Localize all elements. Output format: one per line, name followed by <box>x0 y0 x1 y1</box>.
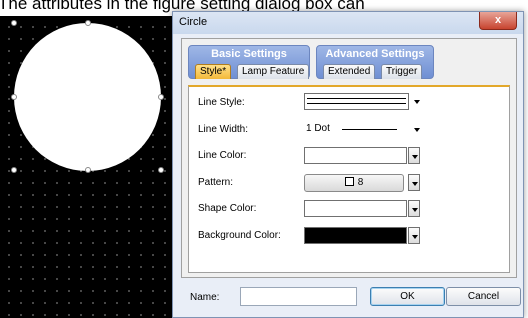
tab-extended[interactable]: Extended <box>323 64 376 79</box>
ok-button[interactable]: OK <box>370 287 445 306</box>
pattern-button[interactable]: 8 <box>304 174 404 192</box>
chevron-down-icon[interactable] <box>408 174 420 191</box>
name-input[interactable] <box>240 287 357 306</box>
background-color-swatch[interactable] <box>304 227 407 244</box>
circle-shape[interactable] <box>14 23 161 171</box>
basic-settings-group[interactable]: Basic Settings Style* Lamp Feature <box>188 45 310 79</box>
square-icon <box>344 177 354 186</box>
shape-color-swatch[interactable] <box>304 200 407 217</box>
basic-settings-label: Basic Settings <box>211 48 287 60</box>
line-color-swatch[interactable] <box>304 147 407 164</box>
tab-lamp-feature[interactable]: Lamp Feature <box>237 64 310 79</box>
resize-handle-top[interactable] <box>85 20 91 26</box>
cancel-button[interactable]: Cancel <box>446 287 521 306</box>
resize-handle-left[interactable] <box>11 94 17 100</box>
resize-handle-bottom-left[interactable] <box>11 167 17 173</box>
resize-handle-top-left[interactable] <box>11 20 17 26</box>
shape-color-label: Shape Color: <box>198 203 257 214</box>
pattern-label: Pattern: <box>198 177 234 188</box>
line-style-select[interactable] <box>304 93 409 110</box>
chevron-down-icon[interactable] <box>408 147 420 164</box>
close-icon: x <box>494 14 502 26</box>
advanced-settings-group[interactable]: Advanced Settings Extended Trigger <box>316 45 434 79</box>
chevron-down-icon[interactable] <box>411 93 421 110</box>
dialog-title: Circle <box>179 16 208 28</box>
chevron-down-icon[interactable] <box>408 227 420 244</box>
line-width-value: 1 Dot <box>306 123 330 134</box>
style-panel: Line Style: Line Width: 1 Dot Line Color… <box>188 85 510 273</box>
circle-settings-dialog: Circle x Basic Settings Style* Lamp Feat… <box>172 11 524 318</box>
line-width-label: Line Width: <box>198 124 249 135</box>
line-color-label: Line Color: <box>198 150 247 161</box>
resize-handle-bottom-right[interactable] <box>158 167 164 173</box>
background-color-label: Background Color: <box>198 230 281 241</box>
line-style-label: Line Style: <box>198 97 245 108</box>
drawing-canvas[interactable] <box>0 16 190 318</box>
advanced-settings-label: Advanced Settings <box>325 48 425 60</box>
settings-frame: Basic Settings Style* Lamp Feature Advan… <box>181 38 517 278</box>
resize-handle-bottom[interactable] <box>85 167 91 173</box>
tab-style[interactable]: Style* <box>195 64 232 79</box>
line-width-select[interactable]: 1 Dot <box>304 120 419 138</box>
resize-handle-right[interactable] <box>158 94 164 100</box>
chevron-down-icon[interactable] <box>411 121 421 138</box>
close-button[interactable]: x <box>479 12 517 30</box>
chevron-down-icon[interactable] <box>408 200 420 217</box>
tab-trigger[interactable]: Trigger <box>381 64 423 79</box>
name-label: Name: <box>190 292 220 303</box>
dialog-titlebar: Circle x <box>173 12 523 34</box>
pattern-value: 8 <box>357 177 364 188</box>
